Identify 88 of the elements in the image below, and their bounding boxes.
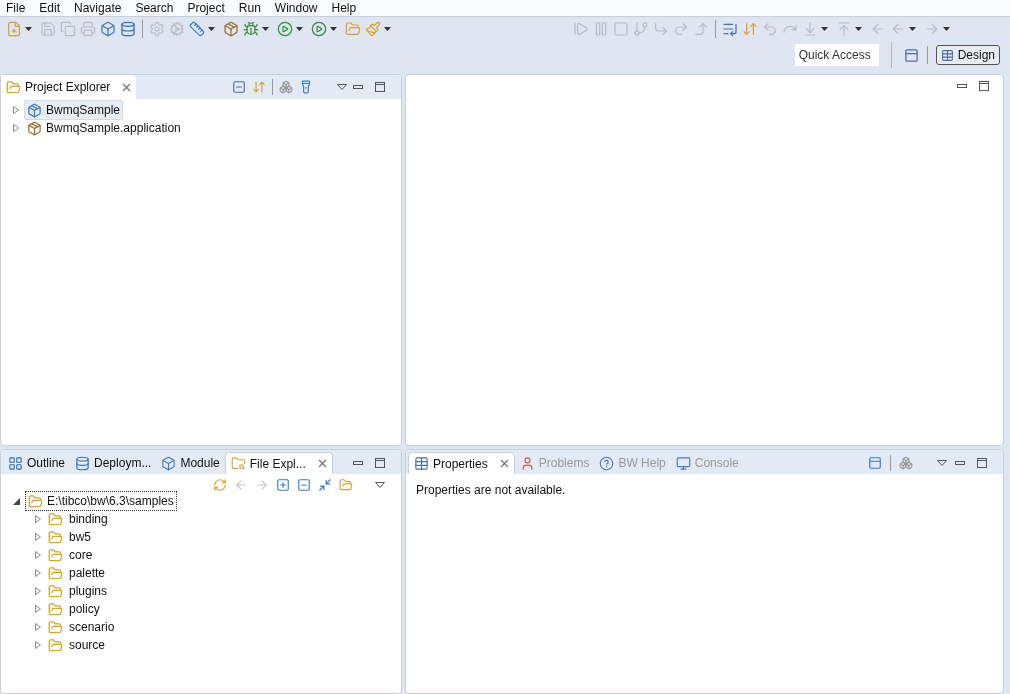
caret-icon[interactable] bbox=[384, 26, 391, 31]
maximize-icon[interactable] bbox=[375, 82, 385, 92]
view-tab[interactable]: Outline bbox=[3, 452, 71, 474]
minimize-icon[interactable] bbox=[957, 84, 967, 88]
minimize-icon[interactable] bbox=[353, 85, 363, 89]
tree-item[interactable]: plugins bbox=[46, 582, 110, 600]
server-icon bbox=[75, 455, 91, 471]
tree-item[interactable]: source bbox=[46, 636, 108, 654]
menu-item[interactable]: Navigate bbox=[74, 0, 122, 17]
collapsed-arrow-icon[interactable] bbox=[35, 533, 41, 541]
tree-item[interactable]: BwmqSample bbox=[24, 100, 124, 120]
tree-item[interactable]: palette bbox=[46, 564, 108, 582]
maximize-icon[interactable] bbox=[979, 81, 989, 91]
collapsed-arrow-icon[interactable] bbox=[13, 124, 19, 132]
open-folder-icon[interactable] bbox=[345, 20, 361, 37]
collapsed-arrow-icon[interactable] bbox=[35, 605, 41, 613]
folder-icon bbox=[48, 547, 63, 563]
expanded-arrow-icon[interactable] bbox=[13, 497, 20, 505]
flashlight-icon[interactable] bbox=[299, 80, 313, 94]
caret-icon[interactable] bbox=[208, 26, 215, 31]
cylinder-icon[interactable] bbox=[120, 20, 136, 37]
view-menu-icon[interactable] bbox=[937, 460, 947, 466]
minimize-icon[interactable] bbox=[353, 461, 363, 465]
folder-icon bbox=[48, 511, 63, 527]
tree-item[interactable]: core bbox=[46, 546, 95, 564]
folder-icon bbox=[48, 619, 63, 635]
monitor-icon bbox=[675, 455, 691, 471]
expand-all-icon[interactable] bbox=[276, 478, 290, 492]
perspective-button[interactable]: Design bbox=[935, 45, 1000, 65]
folder-icon bbox=[48, 529, 63, 545]
tree-item[interactable]: BwmqSample.application bbox=[24, 118, 184, 138]
collapsed-arrow-icon[interactable] bbox=[35, 641, 41, 649]
minimize-icon[interactable] bbox=[955, 461, 965, 465]
folder-icon bbox=[48, 637, 63, 653]
project-icon bbox=[27, 120, 42, 136]
properties-message: Properties are not available. bbox=[415, 482, 567, 499]
view-tab[interactable]: Properties bbox=[408, 452, 515, 474]
menu-item[interactable]: Window bbox=[274, 0, 318, 17]
outline-icon bbox=[8, 455, 23, 471]
menu-item[interactable]: File bbox=[6, 0, 26, 17]
menu-item[interactable]: Edit bbox=[39, 0, 61, 17]
collapsed-arrow-icon[interactable] bbox=[35, 623, 41, 631]
caret-icon[interactable] bbox=[262, 26, 269, 31]
collapsed-arrow-icon[interactable] bbox=[13, 106, 19, 114]
caret-icon[interactable] bbox=[330, 26, 337, 31]
close-icon[interactable] bbox=[499, 459, 509, 468]
table-icon bbox=[414, 456, 429, 471]
caret-icon[interactable] bbox=[25, 26, 32, 31]
view-tab[interactable]: File Expl... bbox=[224, 452, 333, 474]
menu-item[interactable]: Run bbox=[238, 0, 261, 17]
folder-icon bbox=[48, 583, 63, 599]
collapsed-arrow-icon[interactable] bbox=[35, 569, 41, 577]
tree-item[interactable]: scenario bbox=[46, 618, 117, 636]
arrows-icon[interactable] bbox=[742, 20, 758, 37]
package-icon[interactable] bbox=[223, 20, 239, 37]
tree-item[interactable]: bw5 bbox=[46, 528, 93, 546]
maximize-icon[interactable] bbox=[977, 458, 987, 468]
open-folder-icon[interactable] bbox=[339, 478, 353, 492]
view-tab[interactable]: Deploym... bbox=[70, 452, 157, 474]
cube-icon bbox=[161, 455, 177, 471]
tree-item[interactable]: E:\tibco\bw\6.3\samples bbox=[25, 491, 177, 511]
quick-access-field[interactable]: Quick Access bbox=[794, 44, 879, 66]
view-menu-icon[interactable] bbox=[337, 84, 347, 90]
folder-icon bbox=[48, 601, 63, 617]
folder-icon bbox=[28, 493, 43, 509]
maximize-icon[interactable] bbox=[375, 458, 385, 468]
folder-icon bbox=[48, 565, 63, 581]
project-icon bbox=[27, 102, 42, 118]
close-icon[interactable] bbox=[317, 459, 327, 468]
caret-icon[interactable] bbox=[296, 26, 303, 31]
tree-item[interactable]: policy bbox=[46, 600, 102, 618]
tree-item[interactable]: binding bbox=[46, 510, 110, 528]
collapsed-arrow-icon[interactable] bbox=[35, 551, 41, 559]
project-folder-icon bbox=[6, 79, 21, 95]
help-icon bbox=[599, 455, 615, 471]
menu-item[interactable]: Search bbox=[135, 0, 174, 17]
menu-item[interactable]: Project bbox=[187, 0, 225, 17]
menu-item[interactable]: Help bbox=[331, 0, 357, 17]
close-icon[interactable] bbox=[122, 82, 132, 92]
collapsed-arrow-icon[interactable] bbox=[35, 515, 41, 523]
view-menu-icon[interactable] bbox=[375, 482, 385, 488]
sync-icon[interactable] bbox=[213, 478, 227, 492]
table-icon bbox=[940, 48, 954, 62]
folder-search-icon bbox=[230, 456, 246, 471]
view-tab[interactable]: Module bbox=[156, 452, 225, 474]
collapse-all-icon[interactable] bbox=[232, 80, 246, 94]
collapsed-arrow-icon[interactable] bbox=[35, 587, 41, 595]
collapse-all-icon[interactable] bbox=[297, 478, 311, 492]
